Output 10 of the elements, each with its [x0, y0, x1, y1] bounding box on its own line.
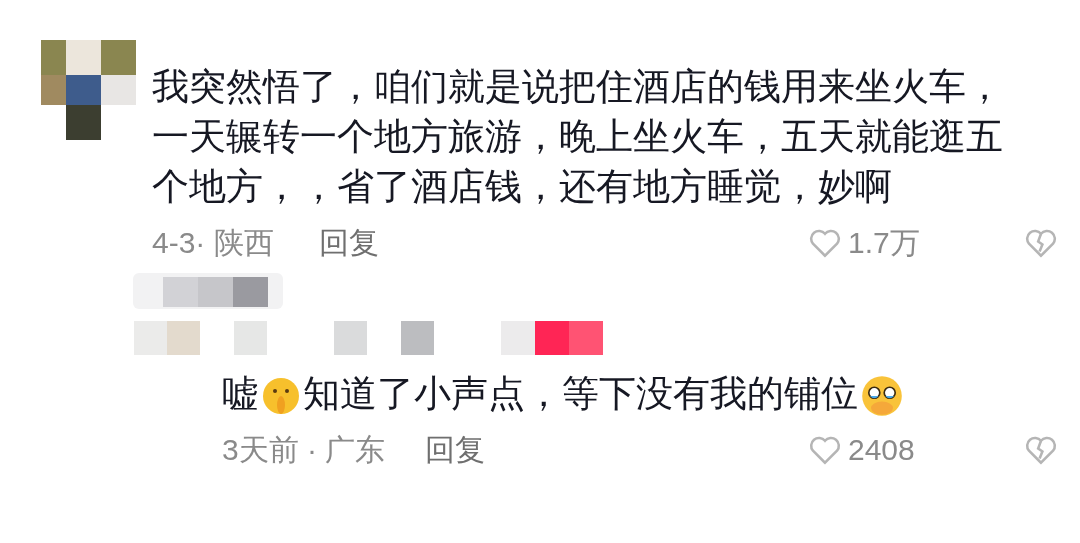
- like-count: 2408: [848, 432, 915, 468]
- teary-emoji-icon: [860, 374, 904, 419]
- reply-link[interactable]: 回复: [318, 220, 379, 265]
- comment-time-location: 3天前 · 广东: [222, 432, 386, 468]
- reply-link[interactable]: 回复: [425, 427, 486, 472]
- comment-time-location: 4-3· 陕西: [152, 225, 274, 261]
- comment-text: 我突然悟了，咱们就是说把住酒店的钱用来坐火车，一天辗转一个地方旅游，晚上坐火车，五天就能逛五个地方，，省了酒店钱，还有地方睡觉，妙啊: [152, 65, 1004, 209]
- shushing-emoji-icon: [261, 376, 301, 417]
- comment-text: 嘘 知道了小声点，等下没有我的铺位: [222, 369, 1080, 419]
- like-count: 1.7万: [848, 225, 920, 261]
